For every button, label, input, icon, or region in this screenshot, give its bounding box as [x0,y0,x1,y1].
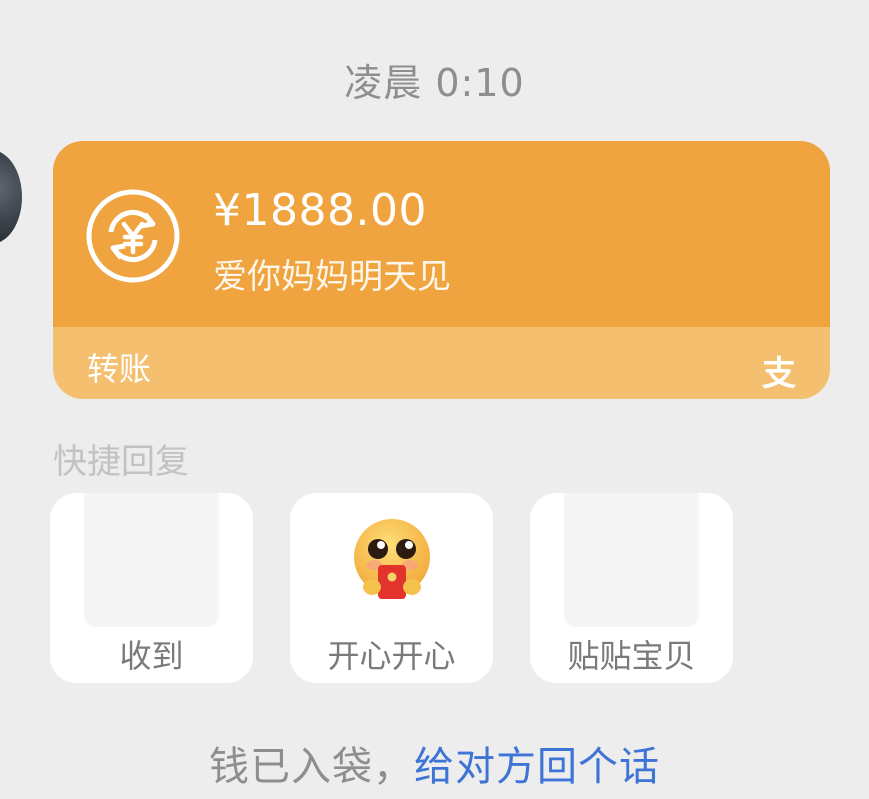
sender-avatar[interactable] [0,150,22,244]
quick-reply-item[interactable]: 收到 [50,493,253,683]
quick-reply-item[interactable]: 贴贴宝贝 [530,493,733,683]
happy-red-envelope-emoji-icon [354,519,430,599]
transfer-card-footer: 转账 支 [53,327,830,399]
money-received-text: 钱已入袋， [209,744,414,790]
transfer-currency-icon [86,189,180,283]
quick-reply-label: 开心开心 [327,637,456,675]
reply-prompt: 钱已入袋，给对方回个话 [0,734,869,792]
transfer-amount: ¥1888.00 [213,185,427,236]
sticker-placeholder [564,493,699,627]
sticker-placeholder [84,493,219,627]
transfer-type-label: 转账 [87,350,152,388]
quick-reply-title: 快捷回复 [53,442,189,482]
quick-reply-label: 贴贴宝贝 [567,637,696,675]
transfer-note: 爱你妈妈明天见 [213,257,451,297]
transfer-card-body: ¥1888.00 爱你妈妈明天见 [53,141,830,327]
reply-link[interactable]: 给对方回个话 [414,744,660,790]
quick-reply-label: 收到 [119,637,184,675]
message-timestamp: 凌晨 0:10 [344,61,525,105]
alipay-icon: 支 [762,354,796,394]
quick-reply-item[interactable]: 开心开心 [290,493,493,683]
transfer-message-card[interactable]: ¥1888.00 爱你妈妈明天见 转账 支 [53,141,830,399]
